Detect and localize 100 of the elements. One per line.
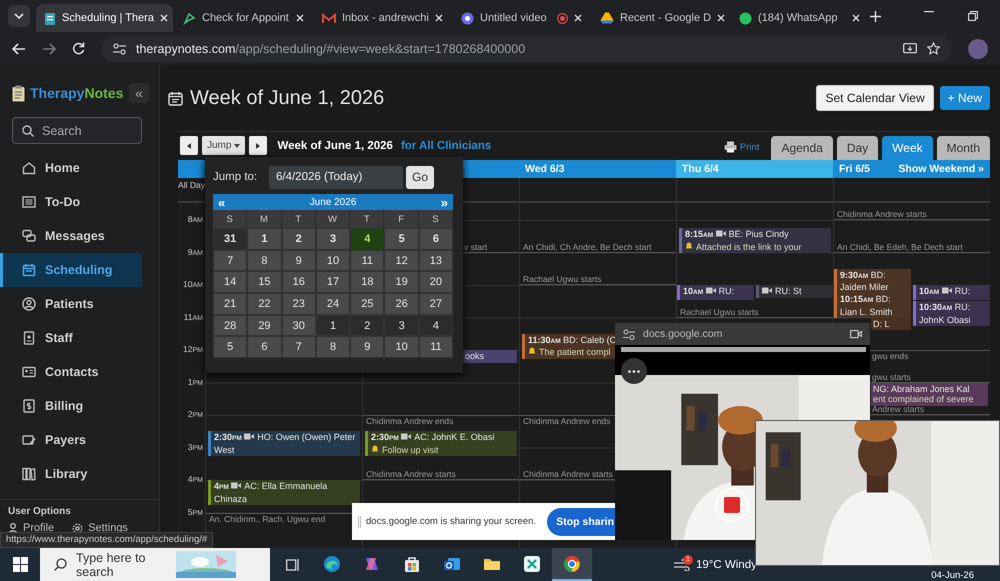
day-cell[interactable]: 2 (350, 314, 384, 336)
day-cell[interactable]: 20 (418, 271, 454, 294)
day-cell[interactable]: 9 (282, 250, 316, 272)
close-icon[interactable] (574, 14, 582, 22)
calendar-view-button[interactable]: Set Calendar View (816, 85, 934, 111)
day-cell[interactable]: 3 (384, 314, 419, 336)
new-button[interactable]: + New (940, 86, 990, 110)
task-view-icon[interactable] (286, 558, 300, 572)
day-cell[interactable]: 30 (282, 314, 316, 336)
jump-button[interactable]: Jump (202, 136, 246, 155)
day-cell[interactable]: 8 (247, 250, 282, 272)
day-cell[interactable]: 28 (213, 314, 248, 336)
print-link[interactable]: Print (724, 141, 760, 153)
day-cell[interactable]: 4 (350, 228, 384, 250)
reload-icon[interactable] (72, 42, 85, 55)
view-tab[interactable]: Month (936, 136, 990, 160)
day-cell[interactable]: 26 (384, 293, 419, 315)
nav-item[interactable]: Billing (0, 389, 142, 423)
day-cell[interactable]: 24 (316, 293, 350, 315)
day-cell[interactable]: 13 (418, 250, 454, 272)
day-cell[interactable]: 19 (384, 271, 419, 294)
next-month-button[interactable]: » (440, 196, 448, 208)
day-cell[interactable]: 6 (418, 228, 454, 250)
search-field[interactable]: Search (12, 117, 142, 144)
show-weekend-link[interactable]: Show Weekend » (898, 163, 984, 175)
appointment-card[interactable]: RU: St (756, 285, 833, 298)
taskbar-search-field[interactable]: Type here to search (40, 548, 270, 581)
day-cell[interactable]: 14 (213, 271, 248, 294)
install-icon[interactable] (903, 42, 917, 54)
day-cell[interactable]: 11 (350, 250, 384, 272)
close-icon[interactable] (296, 14, 304, 22)
camera-icon[interactable] (850, 329, 862, 339)
day-cell[interactable]: 9 (350, 336, 384, 358)
day-cell[interactable]: 8 (316, 336, 350, 358)
new-tab-icon[interactable] (870, 10, 881, 22)
minimize-icon[interactable] (924, 11, 934, 13)
nav-item[interactable]: Patients (0, 287, 142, 321)
day-cell[interactable]: 10 (384, 336, 419, 358)
day-cell[interactable]: 29 (247, 314, 282, 336)
day-cell[interactable]: 11 (418, 336, 454, 358)
day-cell[interactable]: 21 (213, 293, 248, 315)
stop-sharing-button[interactable]: Stop sharin (547, 508, 615, 536)
day-cell[interactable]: 1 (316, 314, 350, 336)
day-cell[interactable]: 22 (247, 293, 282, 315)
record-button[interactable] (715, 488, 749, 522)
day-cell[interactable]: 7 (213, 250, 248, 272)
avatar-icon[interactable] (968, 38, 988, 58)
day-cell[interactable]: 7 (282, 336, 316, 358)
view-tab[interactable]: Agenda (771, 136, 833, 160)
nav-item[interactable]: Staff (0, 321, 142, 355)
day-cell[interactable]: 23 (282, 293, 316, 315)
go-button[interactable]: Go (406, 166, 434, 188)
close-icon[interactable] (435, 14, 443, 22)
day-cell[interactable]: 25 (350, 293, 384, 315)
restore-icon[interactable] (968, 11, 978, 21)
appointment-card[interactable]: ooks (463, 350, 517, 362)
close-icon[interactable] (160, 14, 168, 22)
view-tab[interactable]: Day (836, 136, 878, 160)
day-cell[interactable]: 15 (247, 271, 282, 294)
day-cell[interactable]: 16 (282, 271, 316, 294)
browser-tab[interactable]: (184) WhatsApp (731, 4, 868, 32)
browser-tab[interactable]: Untitled video (453, 4, 590, 32)
address-field[interactable]: therapynotes.com/app/scheduling/#view=week&start=1780268400000 (101, 36, 952, 62)
clinician-filter-link[interactable]: for All Clinicians (400, 140, 492, 152)
close-icon[interactable] (852, 14, 860, 22)
day-cell[interactable]: 5 (384, 228, 419, 250)
nav-item[interactable]: Messages (0, 219, 142, 253)
view-tab[interactable]: Week (882, 136, 933, 160)
close-icon[interactable] (717, 14, 726, 22)
previous-week-button[interactable] (180, 136, 198, 155)
previous-month-button[interactable]: « (218, 196, 226, 208)
day-cell[interactable]: 3 (316, 228, 350, 250)
browser-tab[interactable]: Recent - Google D (592, 4, 729, 32)
nav-item[interactable]: Payers (0, 423, 142, 457)
more-button[interactable] (621, 358, 647, 384)
nav-item[interactable]: To-Do (0, 185, 142, 219)
tab-list-button[interactable] (8, 5, 30, 27)
browser-tab[interactable]: Inbox - andrewchi (314, 4, 451, 32)
browser-tab[interactable]: Scheduling | Thera (36, 4, 173, 32)
day-cell[interactable]: 31 (213, 228, 248, 250)
settings-link[interactable]: Settings (72, 522, 128, 534)
next-week-button[interactable] (249, 136, 268, 155)
round-logo-icon[interactable] (552, 548, 592, 581)
day-cell[interactable]: 18 (350, 271, 384, 294)
day-cell[interactable]: 17 (316, 271, 350, 294)
day-cell[interactable]: 10 (316, 250, 350, 272)
back-icon[interactable] (12, 42, 26, 54)
day-cell[interactable]: 12 (384, 250, 419, 272)
windows-icon[interactable] (12, 557, 28, 572)
appointment-card[interactable]: NG: Abraham Jones Kal ent complained of severe (871, 382, 988, 406)
appointment-card[interactable]: D: L (871, 318, 911, 330)
nav-item[interactable]: Scheduling (0, 253, 142, 287)
day-cell[interactable]: 27 (418, 293, 454, 315)
nav-item[interactable]: Home (0, 151, 142, 185)
profile-link[interactable]: Profile (8, 522, 54, 534)
nav-item[interactable]: Library (0, 457, 142, 491)
collapse-button[interactable]: « (129, 83, 149, 103)
date-field[interactable]: 6/4/2026 (Today) (269, 166, 403, 188)
day-cell[interactable]: 4 (418, 314, 454, 336)
day-cell[interactable]: 2 (282, 228, 316, 250)
